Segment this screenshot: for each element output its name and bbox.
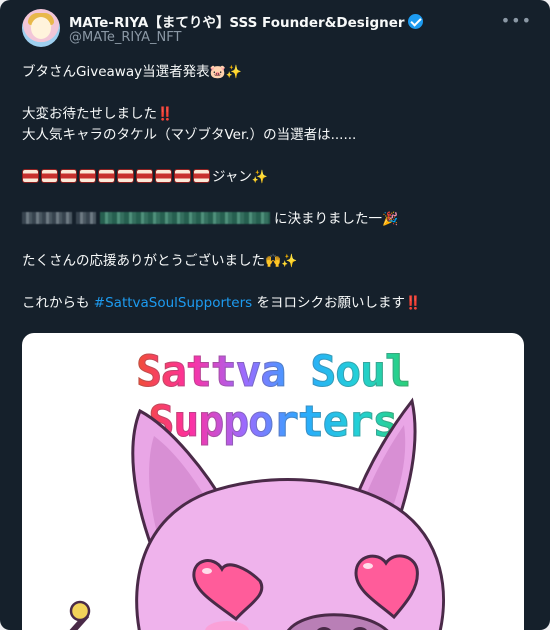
verified-badge-icon (407, 14, 423, 29)
double-exclamation-emoji: ‼️ (405, 296, 422, 311)
tweet-line: 大人気キャラのタケル（マゾブタVer.）の当選者は...... (22, 127, 357, 143)
avatar[interactable] (22, 9, 60, 47)
tweet-media-image[interactable]: Sattva Soul Supporters (22, 333, 524, 630)
pig-illustration (69, 397, 445, 630)
display-name-text[interactable]: MATe-RIYA【まてりや】SSS Founder&Designer (69, 15, 405, 31)
drum-emoji (22, 169, 39, 183)
drum-emoji (79, 169, 96, 183)
drumstick-prop (69, 600, 91, 630)
redacted-name (22, 212, 72, 224)
drum-emoji (98, 169, 115, 183)
party-popper-emoji: 🎉 (382, 212, 399, 227)
tweet-line: 大変お待たせしました‼️ (22, 104, 527, 125)
drum-emoji (41, 169, 58, 183)
tweet-line: これからも #SattvaSoulSupporters をヨロシクお願いします‼… (22, 293, 527, 314)
drum-emoji (60, 169, 77, 183)
tweet-line: たくさんの応援ありがとうございました🙌✨ (22, 251, 527, 272)
hashtag-link[interactable]: #SattvaSoulSupporters (94, 295, 252, 311)
raised-hands-emoji: 🙌 (265, 254, 282, 269)
drum-emoji (155, 169, 172, 183)
tweet-card: MATe-RIYA【まてりや】SSS Founder&Designer @MAT… (0, 0, 550, 630)
sparkles-emoji: ✨ (281, 254, 298, 269)
drum-emoji (117, 169, 134, 183)
redacted-mention[interactable] (100, 212, 270, 224)
sparkles-emoji: ✨ (251, 170, 269, 185)
pig-emoji: 🐷 (209, 65, 226, 80)
sparkles-emoji: ✨ (225, 65, 242, 80)
tweet-body: ブタさんGiveaway当選者発表🐷✨ 大変お待たせしました‼️ 大人気キャラの… (22, 62, 527, 314)
display-name[interactable]: MATe-RIYA【まてりや】SSS Founder&Designer (69, 11, 423, 31)
tweet-line: ブタさんGiveaway当選者発表🐷✨ (22, 62, 527, 83)
drum-emoji (174, 169, 191, 183)
more-icon[interactable]: ••• (501, 11, 532, 30)
redacted-name (76, 212, 96, 224)
double-exclamation-emoji: ‼️ (157, 107, 174, 122)
user-handle[interactable]: @MATe_RIYA_NFT (69, 30, 181, 45)
tweet-header: MATe-RIYA【まてりや】SSS Founder&Designer @MAT… (22, 9, 532, 49)
tweet-line: に決まりました一🎉 (22, 209, 527, 230)
drum-emoji (193, 169, 210, 183)
tweet-line: ジャン✨ (22, 167, 527, 188)
drum-emoji (136, 169, 153, 183)
